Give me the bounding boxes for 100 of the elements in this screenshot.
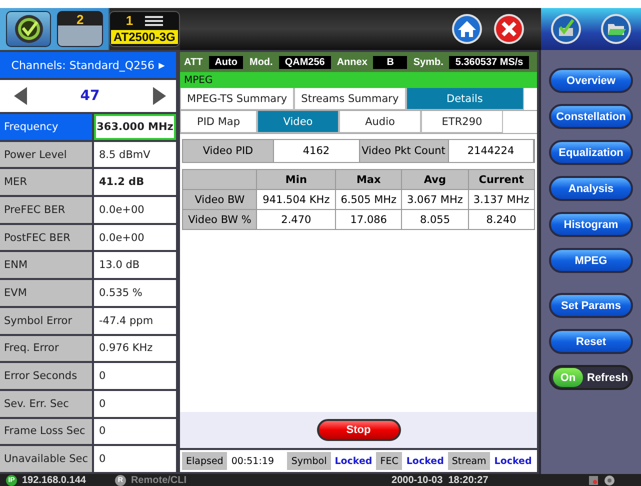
status-label: FEC	[376, 452, 402, 470]
field-value: 2144224	[448, 140, 534, 162]
table-cell: 3.067 MHz	[402, 190, 468, 210]
table-cell: 8.240	[468, 210, 534, 230]
workspace-tab[interactable]: 2	[57, 11, 103, 47]
measurement-value: 0.976 KHz	[94, 336, 176, 362]
menu-icon	[145, 16, 164, 26]
refresh-toggle[interactable]: On Refresh	[549, 365, 633, 390]
nav-button[interactable]: Constellation	[549, 104, 633, 129]
measurement-label[interactable]: Symbol Error	[0, 308, 92, 334]
row-header: Video BW	[182, 190, 257, 210]
status-label: Elapsed	[182, 452, 228, 470]
folder-icon[interactable]	[600, 13, 632, 45]
measurement-value: 0	[94, 363, 176, 389]
tab[interactable]: ETR290	[421, 111, 503, 133]
measurement-label[interactable]: Error Seconds	[0, 363, 92, 389]
close-icon[interactable]	[493, 13, 525, 45]
remote-status: Remote/CLI	[130, 474, 187, 486]
setting-value: QAM256	[278, 56, 331, 68]
tab[interactable]: MPEG-TS Summary	[180, 88, 294, 110]
stop-button[interactable]: Stop	[316, 419, 400, 441]
table-cell: 6.505 MHz	[335, 190, 402, 210]
ip-address: 192.168.0.144	[22, 474, 86, 486]
measurement-value: 0.0e+00	[94, 224, 176, 250]
lock-status: Locked	[494, 456, 532, 466]
instrument-badge[interactable]: 1 AT2500-3G	[108, 11, 180, 47]
home-icon[interactable]	[451, 13, 483, 45]
status-label: Symbol	[287, 452, 331, 470]
channel-number: 47	[80, 88, 100, 104]
tab[interactable]: Video	[257, 111, 339, 133]
row-header: Video BW %	[182, 210, 257, 230]
lock-status: Locked	[334, 456, 372, 466]
section-title: MPEG	[180, 72, 537, 88]
table-cell: 17.086	[335, 210, 402, 230]
column-header: Current	[468, 170, 534, 190]
measurement-value: 0.535 %	[94, 280, 176, 306]
measurement-label[interactable]: Sev. Err. Sec	[0, 390, 92, 417]
globe-icon	[604, 474, 616, 486]
measurement-value: -47.4 ppm	[94, 308, 176, 334]
measurement-value: 0	[94, 418, 176, 444]
table-cell: 8.055	[402, 210, 468, 230]
badge-number: 1	[126, 14, 134, 28]
toggle-label: Refresh	[587, 372, 628, 384]
setting-value: Auto	[208, 56, 244, 68]
measurement-value: 0	[94, 446, 176, 472]
action-button[interactable]: Set Params	[549, 293, 633, 318]
measurement-label[interactable]: Frame Loss Sec	[0, 418, 92, 444]
measurement-label[interactable]: MER	[0, 169, 92, 196]
measurement-value: 41.2 dB	[94, 169, 176, 196]
model-label: AT2500-3G	[110, 30, 178, 44]
lock-status: Locked	[406, 456, 444, 466]
tab[interactable]: Audio	[339, 111, 421, 133]
nav-button[interactable]: MPEG	[549, 248, 633, 273]
setting-label: Mod.	[249, 56, 273, 68]
measurement-value: 13.0 dB	[94, 252, 176, 278]
measurement-value: 0	[94, 390, 176, 417]
nav-button[interactable]: Analysis	[549, 176, 633, 201]
column-header: Max	[335, 170, 402, 190]
measurement-label[interactable]: Freq. Error	[0, 336, 92, 362]
tab[interactable]: Streams Summary	[294, 88, 406, 110]
measurement-label[interactable]: Frequency	[0, 114, 92, 140]
channel-plan-selector[interactable]: Channels: Standard_Q256 ▶	[0, 52, 176, 78]
measurement-value: 0.0e+00	[94, 197, 176, 223]
table-cell: 3.137 MHz	[468, 190, 534, 210]
table-cell: 2.470	[256, 210, 336, 230]
measurement-value: 8.5 dBmV	[94, 142, 176, 168]
setting-value: B	[373, 56, 408, 68]
measurement-label[interactable]: ENM	[0, 252, 92, 278]
column-header: Min	[256, 170, 336, 190]
setting-label: Annex	[336, 56, 368, 68]
table-cell: 941.504 KHz	[256, 190, 336, 210]
toggle-knob: On	[553, 368, 583, 387]
checklist-icon[interactable]	[550, 13, 582, 45]
measurement-label[interactable]: Unavailable Sec	[0, 446, 92, 472]
arrow-icon: ▶	[158, 60, 165, 70]
tray-icon	[588, 474, 600, 486]
setting-label: ATT	[184, 56, 203, 68]
measurement-label[interactable]: PostFEC BER	[0, 224, 92, 250]
status-label: Stream	[448, 452, 490, 470]
column-header: Avg	[402, 170, 468, 190]
tab-number: 2	[76, 12, 84, 29]
setting-value: 5.360537 MS/s	[449, 56, 530, 68]
nav-button[interactable]: Histogram	[549, 212, 633, 237]
elapsed-time: 00:51:19	[231, 456, 275, 466]
field-label: Video Pkt Count	[360, 140, 448, 162]
tab[interactable]: Details	[406, 88, 524, 110]
measurement-value: 363.000 MHz	[94, 114, 176, 140]
app-tile[interactable]	[6, 11, 52, 47]
measurement-label[interactable]: EVM	[0, 280, 92, 306]
measurement-label[interactable]: Power Level	[0, 142, 92, 168]
previous-button[interactable]	[14, 87, 28, 105]
action-button[interactable]: Reset	[549, 329, 633, 354]
check-gauge-icon	[14, 14, 44, 44]
channel-plan-label: Channels: Standard_Q256	[11, 58, 155, 72]
nav-button[interactable]: Equalization	[549, 140, 633, 165]
measurement-label[interactable]: PreFEC BER	[0, 197, 92, 223]
field-label: Video PID	[183, 140, 274, 162]
date-time: 2000-10-03 18:20:27	[392, 474, 488, 486]
next-button[interactable]	[152, 87, 166, 105]
nav-button[interactable]: Overview	[549, 68, 633, 93]
